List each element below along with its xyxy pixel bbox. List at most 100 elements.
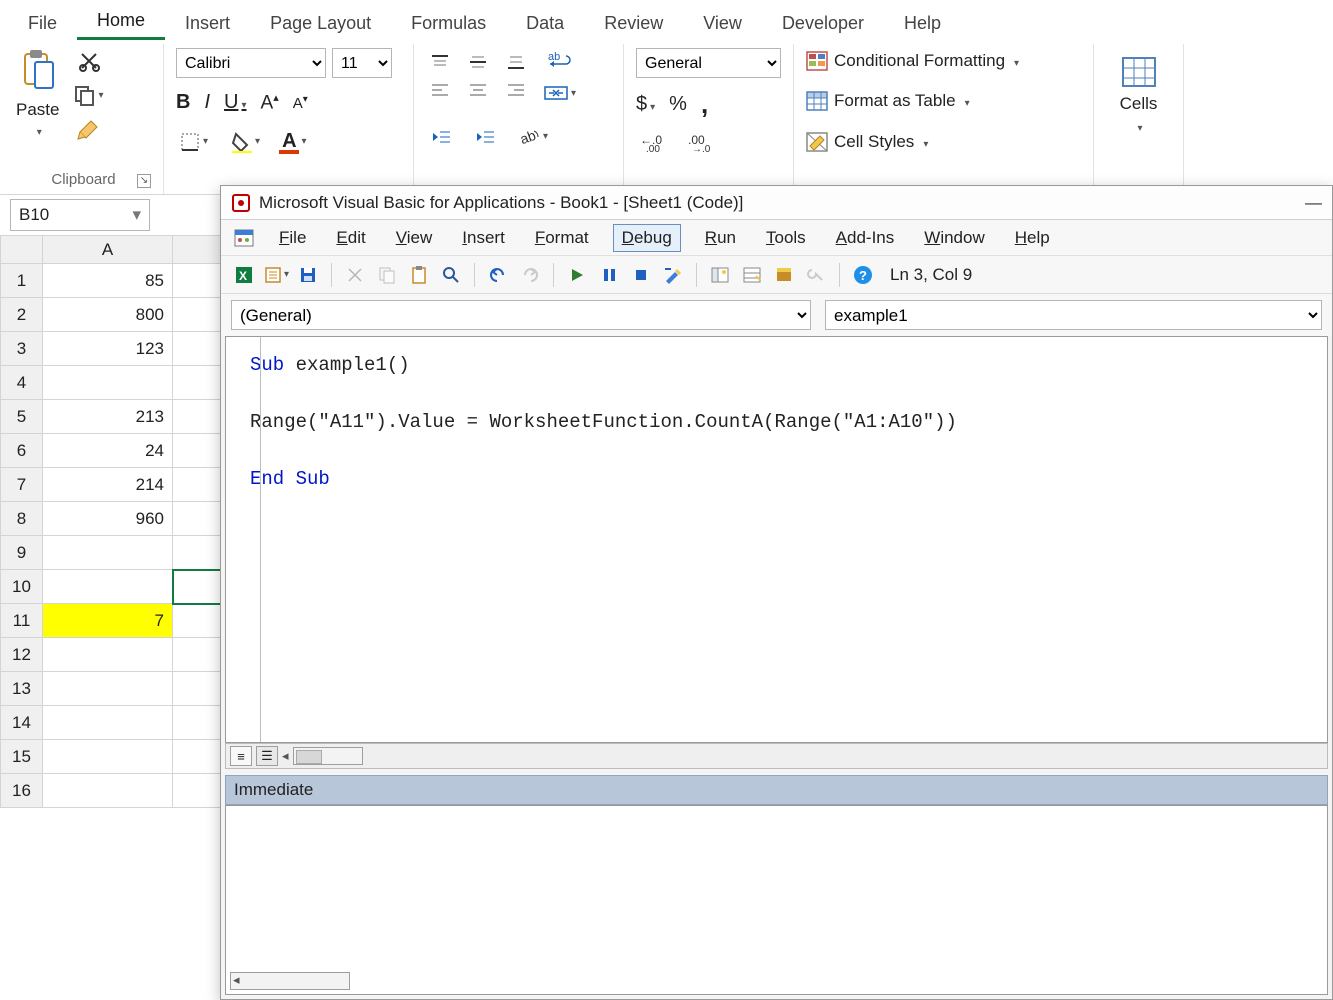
font-size-select[interactable]: 11 <box>332 48 392 78</box>
vbe-menu-run[interactable]: Run <box>699 224 742 252</box>
object-combo[interactable]: (General) <box>231 300 811 330</box>
row-header-15[interactable]: 15 <box>1 740 43 774</box>
ribbon-tab-help[interactable]: Help <box>884 5 961 40</box>
full-module-view-icon[interactable]: ☰ <box>256 746 278 766</box>
ribbon-tab-formulas[interactable]: Formulas <box>391 5 506 40</box>
align-middle[interactable] <box>464 51 492 73</box>
shrink-font-button[interactable]: A▾ <box>293 94 308 112</box>
cell-A14[interactable] <box>43 706 173 740</box>
cell-A4[interactable] <box>43 366 173 400</box>
decrease-indent[interactable] <box>426 126 456 148</box>
comma-format[interactable]: , <box>701 97 708 111</box>
row-header-6[interactable]: 6 <box>1 434 43 468</box>
paste-dropdown[interactable] <box>34 122 42 138</box>
ribbon-tab-view[interactable]: View <box>683 5 762 40</box>
cut-button[interactable] <box>69 48 107 74</box>
row-header-4[interactable]: 4 <box>1 366 43 400</box>
paste-button[interactable]: Paste <box>16 48 59 138</box>
code-text[interactable]: Sub example1() Range("A11").Value = Work… <box>226 337 1327 508</box>
col-header-A[interactable]: A <box>43 236 173 264</box>
grow-font-button[interactable]: A▴ <box>261 91 279 114</box>
row-header-9[interactable]: 9 <box>1 536 43 570</box>
name-box[interactable]: B10 ▾ <box>10 199 150 231</box>
cell-A5[interactable]: 213 <box>43 400 173 434</box>
row-header-10[interactable]: 10 <box>1 570 43 604</box>
immediate-hscroll[interactable] <box>230 972 350 990</box>
run-icon[interactable] <box>564 262 590 288</box>
row-header-1[interactable]: 1 <box>1 264 43 298</box>
align-center[interactable] <box>464 79 492 101</box>
row-header-11[interactable]: 11 <box>1 604 43 638</box>
row-header-5[interactable]: 5 <box>1 400 43 434</box>
vbe-menu-add-ins[interactable]: Add-Ins <box>830 224 901 252</box>
cell-A16[interactable] <box>43 774 173 808</box>
paste-icon[interactable] <box>406 262 432 288</box>
percent-format[interactable]: % <box>669 93 687 116</box>
cell-A6[interactable]: 24 <box>43 434 173 468</box>
insert-module-icon[interactable] <box>263 262 289 288</box>
merge-center-button[interactable] <box>540 82 580 104</box>
cell-A7[interactable]: 214 <box>43 468 173 502</box>
row-header-16[interactable]: 16 <box>1 774 43 808</box>
save-icon[interactable] <box>295 262 321 288</box>
copy-icon[interactable] <box>374 262 400 288</box>
object-browser-icon[interactable] <box>771 262 797 288</box>
copy-button[interactable] <box>69 82 107 108</box>
vbe-menu-help[interactable]: Help <box>1009 224 1056 252</box>
properties-icon[interactable] <box>739 262 765 288</box>
immediate-title[interactable]: Immediate <box>225 775 1328 805</box>
cut-icon[interactable] <box>342 262 368 288</box>
cell-A11[interactable]: 7 <box>43 604 173 638</box>
cell-A10[interactable] <box>43 570 173 604</box>
procedure-view-icon[interactable]: ≡ <box>230 746 252 766</box>
increase-decimal[interactable]: ←.0.00 <box>636 130 670 154</box>
italic-button[interactable]: I <box>204 91 210 114</box>
bold-button[interactable]: B <box>176 91 190 114</box>
orientation-button[interactable]: ab <box>514 125 552 149</box>
underline-button[interactable]: U <box>224 91 246 114</box>
ribbon-tab-developer[interactable]: Developer <box>762 5 884 40</box>
undo-icon[interactable] <box>485 262 511 288</box>
clipboard-launcher[interactable]: ↘ <box>137 174 151 188</box>
minimize-button[interactable]: — <box>1305 193 1322 213</box>
cell-A15[interactable] <box>43 740 173 774</box>
immediate-pane[interactable] <box>225 805 1328 995</box>
toolbox-icon[interactable] <box>803 262 829 288</box>
row-header-3[interactable]: 3 <box>1 332 43 366</box>
vbe-form-icon[interactable] <box>233 228 255 248</box>
decrease-decimal[interactable]: .00→.0 <box>684 130 718 154</box>
vbe-menu-insert[interactable]: Insert <box>456 224 511 252</box>
align-top[interactable] <box>426 51 454 73</box>
vbe-menu-debug[interactable]: Debug <box>613 224 681 252</box>
borders-button[interactable] <box>176 130 212 154</box>
vbe-menu-format[interactable]: Format <box>529 224 595 252</box>
ribbon-tab-insert[interactable]: Insert <box>165 5 250 40</box>
row-header-7[interactable]: 7 <box>1 468 43 502</box>
redo-icon[interactable] <box>517 262 543 288</box>
design-mode-icon[interactable] <box>660 262 686 288</box>
accounting-format[interactable]: $ <box>636 93 655 116</box>
vbe-menu-edit[interactable]: Edit <box>330 224 371 252</box>
wrap-text-button[interactable]: ab <box>540 48 580 72</box>
cell-A12[interactable] <box>43 638 173 672</box>
vbe-menu-tools[interactable]: Tools <box>760 224 812 252</box>
cell-A3[interactable]: 123 <box>43 332 173 366</box>
code-hscroll[interactable] <box>293 747 363 765</box>
reset-icon[interactable] <box>628 262 654 288</box>
ribbon-tab-file[interactable]: File <box>8 5 77 40</box>
code-pane[interactable]: Sub example1() Range("A11").Value = Work… <box>225 336 1328 743</box>
project-explorer-icon[interactable] <box>707 262 733 288</box>
cell-A8[interactable]: 960 <box>43 502 173 536</box>
row-header-8[interactable]: 8 <box>1 502 43 536</box>
cell-styles[interactable]: Cell Styles <box>806 129 1081 155</box>
help-icon[interactable]: ? <box>850 262 876 288</box>
align-right[interactable] <box>502 79 530 101</box>
ribbon-tab-page-layout[interactable]: Page Layout <box>250 5 391 40</box>
increase-indent[interactable] <box>470 126 500 148</box>
cell-A2[interactable]: 800 <box>43 298 173 332</box>
cells-button[interactable]: Cells <box>1106 48 1171 134</box>
cell-A13[interactable] <box>43 672 173 706</box>
font-color-button[interactable]: A <box>278 128 310 156</box>
ribbon-tab-home[interactable]: Home <box>77 2 165 40</box>
break-icon[interactable] <box>596 262 622 288</box>
